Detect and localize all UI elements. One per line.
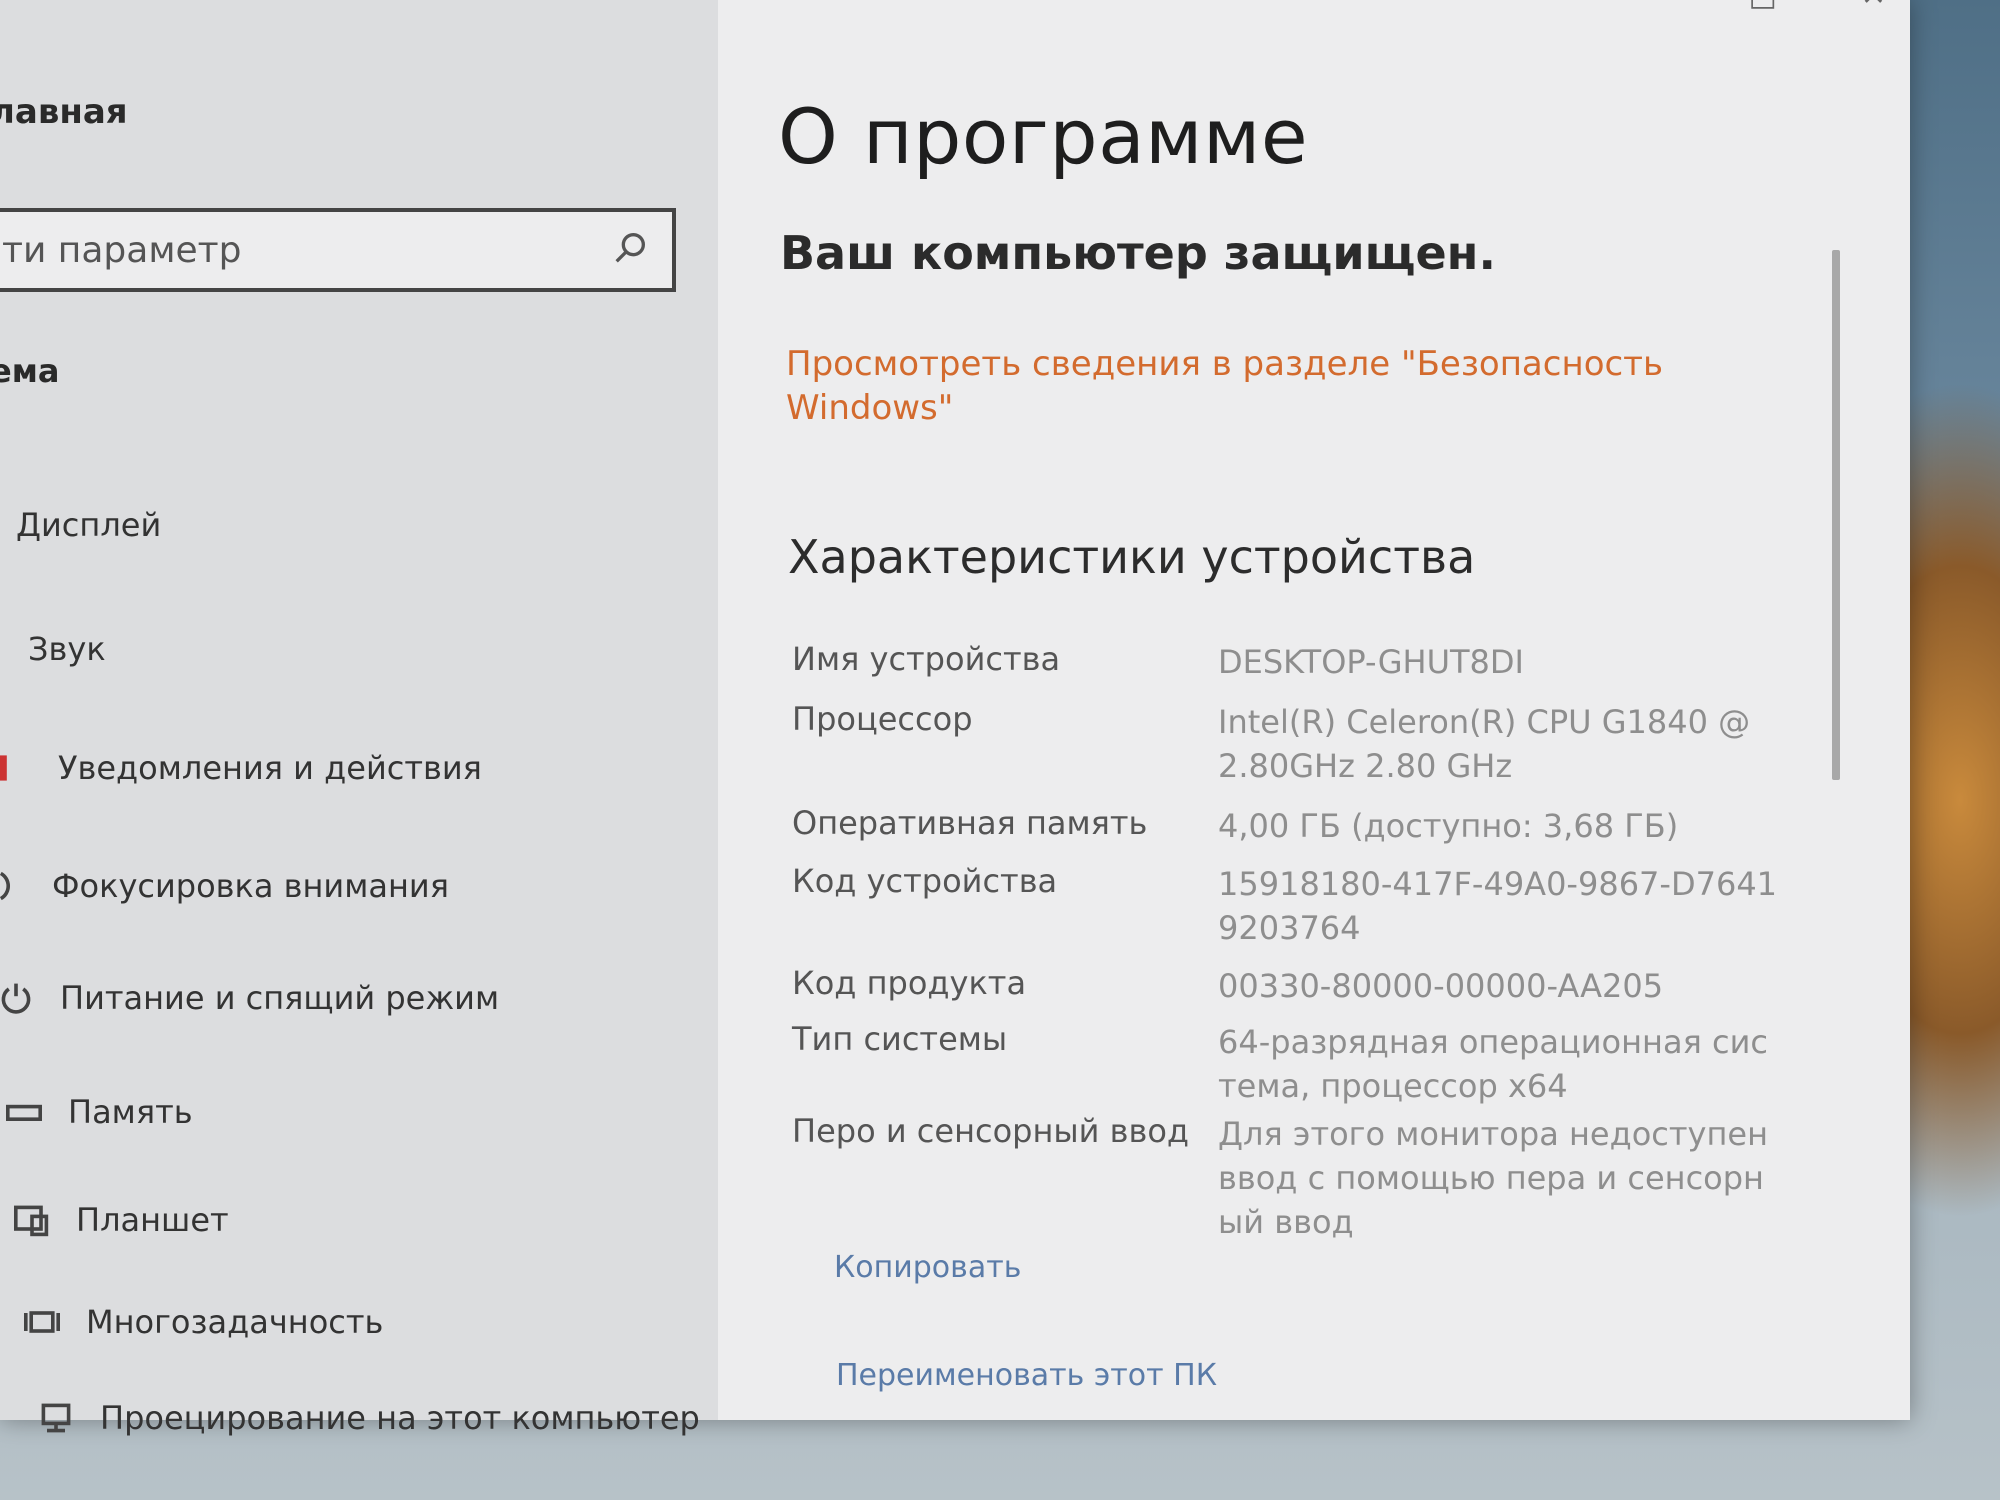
- sidebar-item-label: Память: [68, 1093, 193, 1131]
- spec-label: Код устройства: [792, 862, 1058, 900]
- spec-value: DESKTOP-GHUT8DI: [1218, 643, 1524, 681]
- focus-assist-icon: [0, 866, 30, 906]
- sidebar-item-power[interactable]: Питание и спящий режим: [0, 978, 499, 1018]
- multitasking-icon: [20, 1302, 64, 1342]
- spec-label: Перо и сенсорный ввод: [792, 1112, 1190, 1150]
- sidebar-item-projecting[interactable]: Проецирование на этот компьютер: [34, 1398, 700, 1438]
- tablet-icon: [10, 1200, 54, 1240]
- spec-label: Код продукта: [792, 964, 1027, 1002]
- copy-button[interactable]: Копировать: [834, 1250, 1021, 1285]
- search-icon[interactable]: [610, 228, 650, 272]
- sidebar-item-sound[interactable]: Звук: [28, 630, 106, 668]
- spec-label: Процессор: [792, 700, 973, 738]
- spec-value: Для этого монитора недоступен ввод с пом…: [1218, 1115, 1768, 1241]
- spec-value: 64-разрядная операционная система, проце…: [1218, 1023, 1768, 1105]
- spec-value: 4,00 ГБ (доступно: 3,68 ГБ): [1218, 807, 1679, 845]
- device-specs-heading: Характеристики устройства: [788, 530, 1476, 584]
- sidebar-item-label: Планшет: [76, 1201, 229, 1239]
- sidebar-item-storage[interactable]: Память: [2, 1092, 193, 1132]
- spec-label: Имя устройства: [792, 640, 1061, 678]
- spec-value: 00330-80000-00000-AA205: [1218, 967, 1664, 1005]
- sidebar-item-label: Дисплей: [16, 506, 162, 544]
- sidebar-item-tablet[interactable]: Планшет: [10, 1200, 229, 1240]
- notifications-icon: [0, 748, 36, 788]
- sidebar-item-notifications[interactable]: Уведомления и действия: [0, 748, 482, 788]
- sidebar-item-focus-assist[interactable]: Фокусировка внимания: [0, 866, 449, 906]
- rename-pc-link[interactable]: Переименовать этот ПК: [836, 1358, 1217, 1393]
- home-link[interactable]: лавная: [0, 92, 128, 132]
- spec-value: Intel(R) Celeron(R) CPU G1840 @ 2.80GHz …: [1218, 703, 1751, 785]
- sidebar-item-multitasking[interactable]: Многозадачность: [20, 1302, 383, 1342]
- storage-icon: [2, 1092, 46, 1132]
- close-icon[interactable]: ✕: [1861, 0, 1886, 13]
- search-input[interactable]: [0, 229, 554, 271]
- maximize-icon[interactable]: □: [1749, 0, 1777, 13]
- search-box[interactable]: [0, 208, 676, 292]
- main-content: □ ✕ О программе Ваш компьютер защищен. П…: [718, 0, 1910, 1420]
- sidebar-item-label: Фокусировка внимания: [52, 867, 449, 905]
- protection-status-heading: Ваш компьютер защищен.: [780, 226, 1496, 280]
- scrollbar[interactable]: [1832, 250, 1840, 780]
- settings-window: лавная ема Дисплей Звук Уведомления и де…: [0, 0, 1910, 1437]
- projecting-icon: [34, 1398, 78, 1438]
- sidebar-item-label: Проецирование на этот компьютер: [100, 1399, 700, 1437]
- sidebar-item-label: Уведомления и действия: [58, 749, 482, 787]
- sidebar-item-label: Питание и спящий режим: [60, 979, 500, 1017]
- spec-label: Оперативная память: [792, 804, 1148, 842]
- page-title: О программе: [778, 92, 1309, 181]
- sidebar-item-display[interactable]: Дисплей: [16, 506, 161, 544]
- sidebar-item-label: Звук: [28, 630, 106, 668]
- spec-label: Тип системы: [792, 1020, 1008, 1058]
- sidebar-item-label: Многозадачность: [86, 1303, 384, 1341]
- window-controls: □ ✕: [1749, 0, 1887, 13]
- spec-value: 15918180-417F-49A0-9867-D76419203764: [1218, 865, 1778, 947]
- windows-security-link[interactable]: Просмотреть сведения в разделе "Безопасн…: [786, 342, 1686, 430]
- section-label: ема: [0, 352, 60, 390]
- power-icon: [0, 978, 38, 1018]
- sidebar: лавная ема Дисплей Звук Уведомления и де…: [0, 0, 718, 1437]
